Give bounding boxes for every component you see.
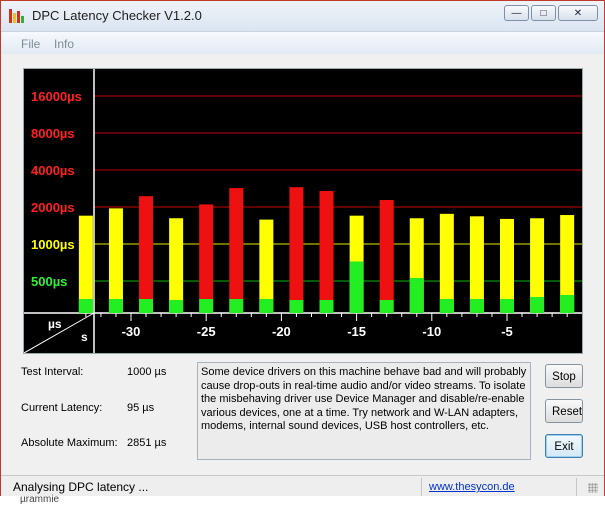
bar-chart-app-icon [9, 9, 25, 23]
menu-file[interactable]: File [21, 37, 40, 51]
bar-max-latency [199, 204, 214, 313]
y-tick-label: 8000µs [31, 126, 75, 141]
bar-max-latency [379, 200, 394, 313]
maximize-button[interactable]: □ [531, 5, 556, 21]
test-interval-value: 1000 µs [127, 366, 167, 378]
status-text: Analysing DPC latency ... [13, 480, 149, 494]
bar-current-latency [169, 300, 184, 313]
stop-button[interactable]: Stop [545, 364, 583, 388]
minimize-button[interactable]: — [504, 5, 529, 21]
bar-current-latency [500, 299, 514, 313]
bar-current-latency [409, 278, 424, 313]
bar-current-latency [530, 297, 545, 313]
y-tick-label: 1000µs [31, 237, 75, 252]
x-tick-label: -25 [197, 324, 216, 339]
bar-max-latency [169, 218, 184, 313]
absolute-maximum-value: 2851 µs [127, 437, 167, 449]
bar-current-latency [349, 261, 364, 313]
menu-bar: File Info [1, 32, 604, 54]
app-window: DPC Latency Checker V1.2.0 — □ ✕ File In… [0, 0, 605, 507]
x-tick-label: -5 [501, 324, 513, 339]
description-text: Some device drivers on this machine beha… [197, 362, 531, 460]
y-unit-label: µs [48, 317, 62, 331]
x-tick-label: -30 [122, 324, 141, 339]
latency-chart: 16000µs 8000µs 4000µs 2000µs 1000µs 500µs µs s -… [23, 68, 583, 354]
bar-max-latency [500, 218, 514, 313]
y-tick-label: 4000µs [31, 163, 75, 178]
bar-current-latency [78, 299, 93, 313]
y-tick-label: 2000µs [31, 200, 75, 215]
x-tick-label: -15 [347, 324, 366, 339]
bar-current-latency [199, 299, 214, 313]
bar-max-latency [139, 196, 154, 313]
bar-current-latency [259, 299, 274, 313]
bar-max-latency [469, 216, 484, 313]
status-bar: Analysing DPC latency ... www.thesycon.d… [1, 475, 604, 498]
exit-button[interactable]: Exit [545, 434, 583, 458]
x-unit-label: s [81, 330, 88, 344]
status-separator [576, 478, 577, 496]
bar-max-latency [229, 188, 244, 313]
bar-current-latency [108, 299, 123, 313]
website-link[interactable]: www.thesycon.de [429, 481, 515, 493]
bar-max-latency [319, 190, 334, 313]
reset-button[interactable]: Reset [545, 399, 583, 423]
y-tick-label: 16000µs [31, 89, 82, 104]
y-tick-label: 500µs [31, 274, 67, 289]
bar-current-latency [319, 300, 334, 313]
menu-info[interactable]: Info [54, 37, 74, 51]
bar-max-latency [108, 208, 123, 313]
bar-max-latency [439, 213, 454, 313]
x-tick-label: -10 [422, 324, 441, 339]
bar-max-latency [78, 215, 93, 313]
x-tick-label: -20 [272, 324, 291, 339]
bar-max-latency [259, 219, 274, 313]
status-separator [421, 478, 422, 496]
current-latency-value: 95 µs [127, 402, 155, 414]
bar-current-latency [289, 300, 304, 313]
bar-max-latency [289, 187, 304, 313]
title-bar[interactable]: DPC Latency Checker V1.2.0 — □ ✕ [1, 1, 604, 32]
bar-current-latency [560, 295, 575, 313]
background-window-text: µrammie [20, 494, 60, 505]
current-latency-label: Current Latency: [21, 402, 103, 414]
resize-grip[interactable] [588, 483, 598, 493]
bar-current-latency [139, 299, 154, 313]
absolute-maximum-label: Absolute Maximum: [21, 437, 118, 449]
bar-current-latency [469, 299, 484, 313]
bar-current-latency [229, 299, 244, 313]
bar-current-latency [439, 299, 454, 313]
test-interval-label: Test Interval: [21, 366, 84, 378]
latency-chart-canvas: 16000µs 8000µs 4000µs 2000µs 1000µs 500µs µs s -… [24, 69, 582, 353]
background-window-strip: µrammie [0, 494, 605, 507]
bar-current-latency [379, 300, 394, 313]
window-title: DPC Latency Checker V1.2.0 [32, 8, 202, 23]
close-button[interactable]: ✕ [558, 5, 598, 21]
